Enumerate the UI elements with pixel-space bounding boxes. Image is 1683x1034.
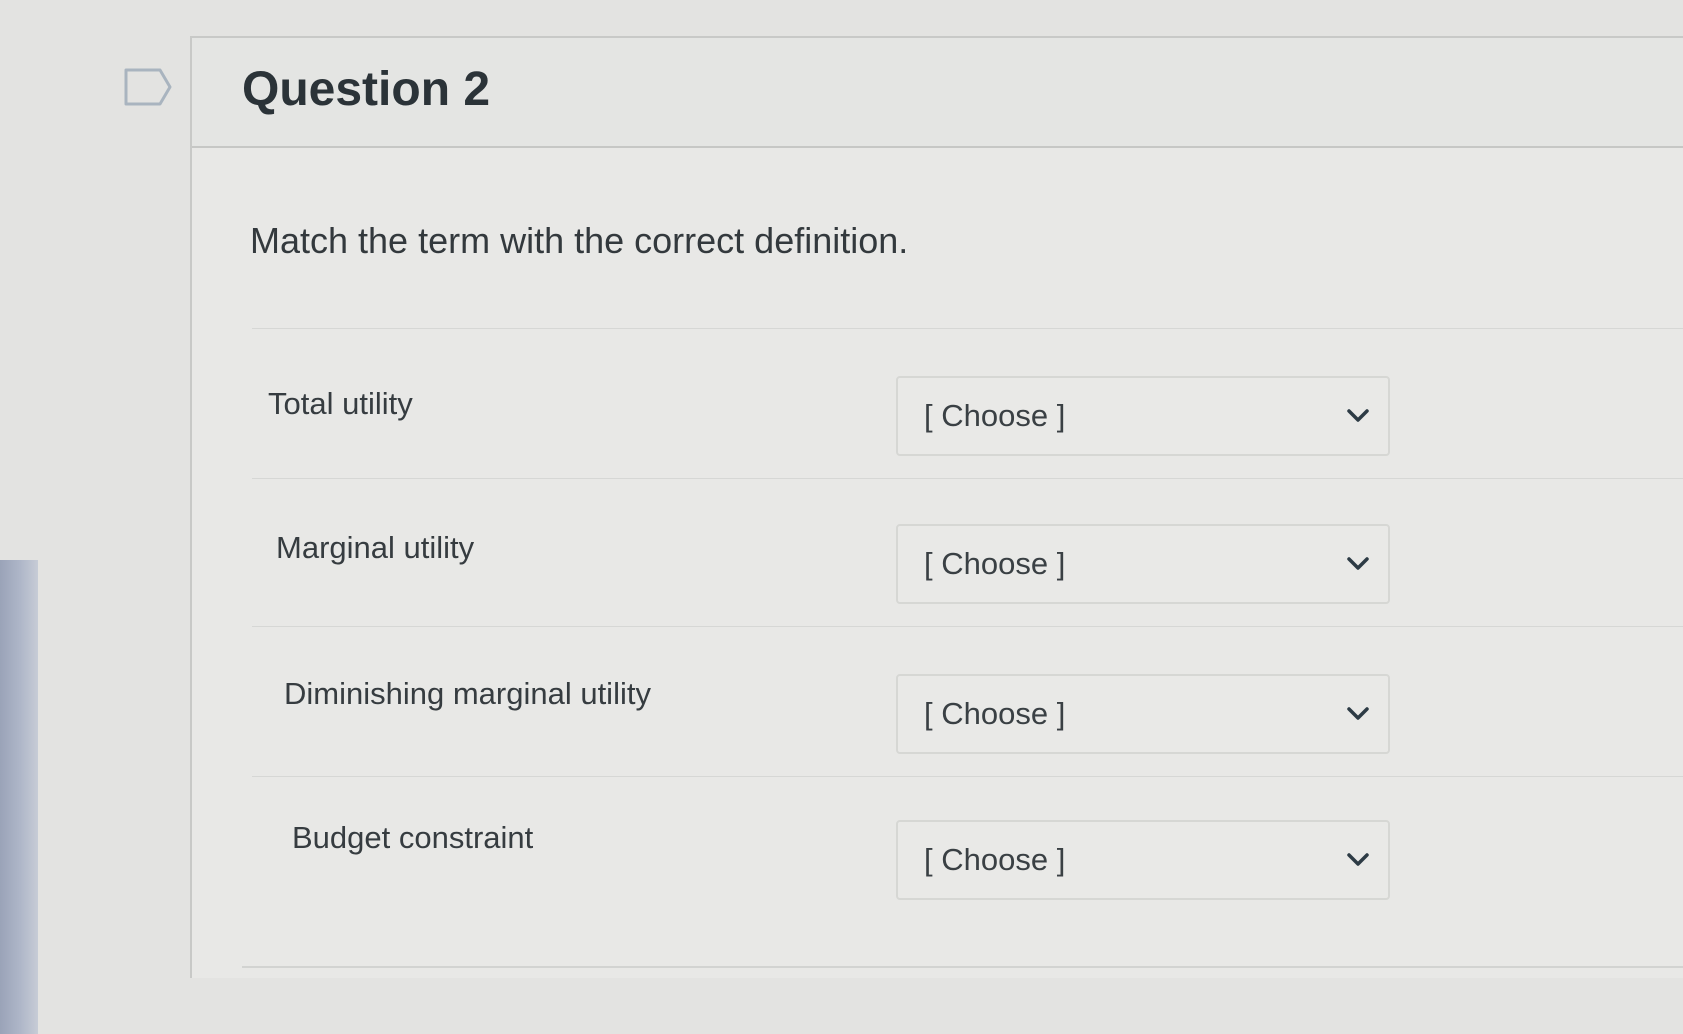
term-label: Budget constraint — [292, 820, 534, 855]
question-card: Question 2 Match the term with the corre… — [190, 36, 1683, 978]
match-row: Budget constraint [ Choose ] — [192, 776, 1683, 926]
question-body: Match the term with the correct definiti… — [192, 148, 1683, 978]
term-label: Total utility — [268, 386, 413, 421]
select-value: [ Choose ] — [924, 696, 1066, 731]
question-bottom-border — [242, 966, 1683, 968]
match-row: Total utility [ Choose ] — [192, 328, 1683, 478]
match-row: Marginal utility [ Choose ] — [192, 478, 1683, 628]
definition-select[interactable]: [ Choose ] — [896, 820, 1390, 900]
term-label: Marginal utility — [276, 530, 475, 565]
chevron-down-icon — [1347, 409, 1369, 422]
chevron-down-icon — [1347, 557, 1369, 570]
definition-select[interactable]: [ Choose ] — [896, 524, 1390, 604]
definition-select[interactable]: [ Choose ] — [896, 674, 1390, 754]
flag-question-icon[interactable] — [124, 68, 172, 106]
match-row: Diminishing marginal utility [ Choose ] — [192, 626, 1683, 776]
question-title: Question 2 — [242, 63, 491, 116]
chevron-down-icon — [1347, 707, 1369, 720]
row-divider — [252, 328, 1683, 329]
question-header: Question 2 — [192, 38, 1683, 148]
select-value: [ Choose ] — [924, 546, 1066, 581]
question-prompt: Match the term with the correct definiti… — [250, 220, 909, 261]
chevron-down-icon — [1347, 853, 1369, 866]
definition-select[interactable]: [ Choose ] — [896, 376, 1390, 456]
select-value: [ Choose ] — [924, 842, 1066, 877]
term-label: Diminishing marginal utility — [284, 676, 651, 711]
row-divider — [252, 626, 1683, 627]
row-divider — [252, 776, 1683, 777]
window-edge-strip — [0, 560, 38, 1034]
row-divider — [252, 478, 1683, 479]
select-value: [ Choose ] — [924, 398, 1066, 433]
